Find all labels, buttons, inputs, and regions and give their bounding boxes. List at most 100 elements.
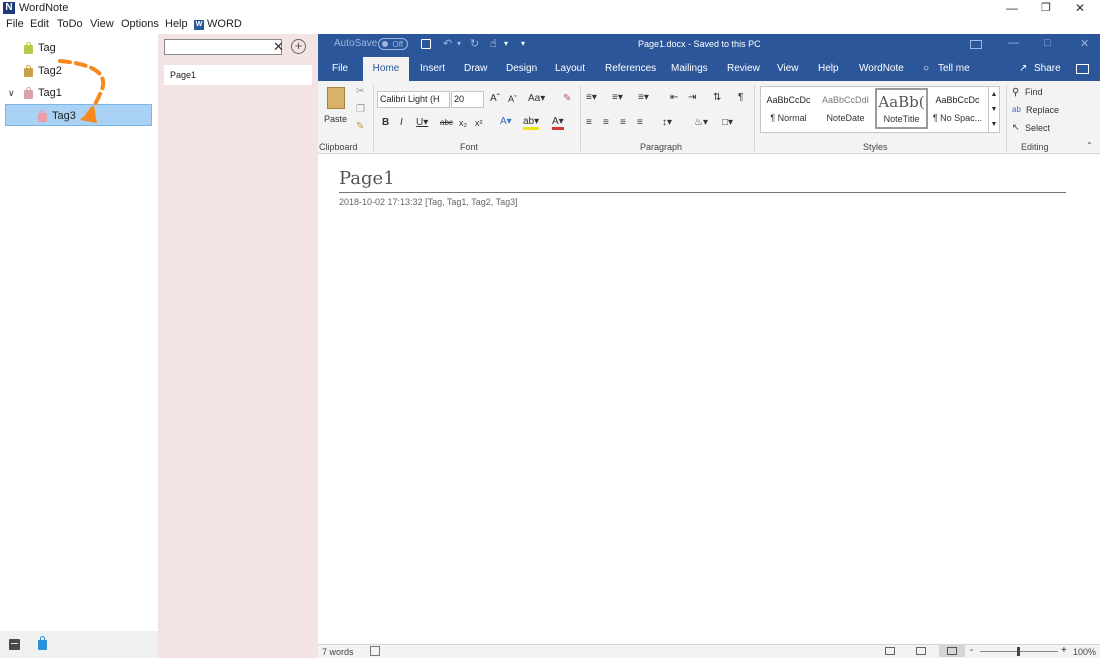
minimize-button[interactable]: — — [995, 0, 1029, 17]
word-restore-button[interactable]: □ — [1044, 37, 1051, 49]
search-input[interactable]: ✕ — [164, 39, 284, 55]
touch-mode-icon[interactable]: ☝ — [490, 37, 497, 50]
document-meta[interactable]: 2018-10-02 17:13:32 [Tag, Tag1, Tag2, Ta… — [339, 197, 518, 207]
share-button[interactable]: Share — [1034, 63, 1061, 74]
font-size-select[interactable]: 20 — [451, 91, 484, 108]
notebook-icon[interactable] — [9, 639, 20, 650]
highlight-icon[interactable]: ab▾ — [523, 116, 540, 130]
web-layout-icon[interactable] — [939, 645, 965, 657]
strikethrough-button[interactable]: abc — [440, 118, 453, 127]
tab-home[interactable]: Home — [363, 57, 409, 81]
menu-view[interactable]: View — [90, 18, 114, 30]
word-minimize-button[interactable]: — — [1008, 37, 1019, 49]
shrink-font-icon[interactable]: Aˇ — [508, 94, 517, 104]
title-bar: N WordNote — ❐ ✕ — [0, 0, 1100, 17]
menu-help[interactable]: Help — [165, 18, 188, 30]
tab-draw[interactable]: Draw — [464, 63, 487, 74]
align-left-icon[interactable]: ≡ — [586, 117, 592, 128]
undo-icon[interactable]: ↶ — [443, 37, 452, 50]
font-name-select[interactable]: Calibri Light (H — [377, 91, 450, 108]
word-close-button[interactable]: ✕ — [1080, 37, 1089, 50]
proofing-icon[interactable] — [370, 646, 380, 656]
italic-button[interactable]: I — [400, 117, 403, 128]
word-count[interactable]: 7 words — [322, 647, 354, 657]
menu-file[interactable]: File — [6, 18, 24, 30]
customize-toolbar-icon[interactable]: ▾ — [521, 39, 525, 48]
tab-view[interactable]: View — [777, 63, 799, 74]
ribbon-display-icon[interactable] — [970, 40, 982, 49]
style-notetitle[interactable]: AaBb( NoteTitle — [875, 88, 928, 129]
multilevel-list-icon[interactable]: ≡▾ — [638, 92, 649, 103]
zoom-out-button[interactable]: - — [970, 645, 973, 656]
bullets-icon[interactable]: ≡▾ — [586, 92, 597, 103]
page-list-item[interactable]: Page1 — [164, 65, 312, 85]
increase-indent-icon[interactable]: ⇥ — [688, 92, 696, 103]
document-canvas[interactable]: Page1 2018-10-02 17:13:32 [Tag, Tag1, Ta… — [318, 154, 1100, 644]
tab-wordnote[interactable]: WordNote — [859, 63, 904, 74]
clear-search-icon[interactable]: ✕ — [273, 39, 284, 55]
print-layout-icon[interactable] — [916, 647, 926, 655]
menu-word[interactable]: WORD — [207, 18, 242, 30]
zoom-in-button[interactable]: + — [1061, 645, 1067, 656]
copy-icon[interactable]: ❐ — [356, 104, 365, 115]
find-button[interactable]: Find — [1025, 87, 1043, 97]
select-button[interactable]: Select — [1025, 123, 1050, 133]
change-case-icon[interactable]: Aa▾ — [528, 93, 545, 104]
shading-icon[interactable]: ♨▾ — [694, 117, 708, 128]
style-normal[interactable]: AaBbCcDc ¶ Normal — [762, 88, 815, 129]
tag-icon[interactable] — [38, 636, 47, 650]
bold-button[interactable]: B — [382, 117, 389, 128]
styles-scroll-icon[interactable]: ▲ ▼ ▼ — [988, 87, 999, 132]
tell-me-search[interactable]: Tell me — [938, 63, 970, 74]
underline-button[interactable]: U▾ — [416, 117, 428, 128]
menu-edit[interactable]: Edit — [30, 18, 49, 30]
tab-file[interactable]: File — [332, 63, 348, 74]
numbering-icon[interactable]: ≡▾ — [612, 92, 623, 103]
touch-dropdown-icon[interactable]: ▾ — [504, 39, 508, 48]
redo-icon[interactable]: ↻ — [470, 37, 479, 50]
superscript-button[interactable]: x² — [475, 118, 483, 128]
subscript-button[interactable]: x₂ — [459, 118, 467, 128]
undo-dropdown-icon[interactable]: ▾ — [457, 39, 461, 48]
replace-button[interactable]: Replace — [1026, 105, 1059, 115]
comments-icon[interactable] — [1076, 64, 1089, 74]
tab-review[interactable]: Review — [727, 63, 760, 74]
font-color-icon[interactable]: A▾ — [552, 116, 564, 130]
line-spacing-icon[interactable]: ↕▾ — [662, 117, 672, 128]
tab-references[interactable]: References — [605, 63, 656, 74]
align-center-icon[interactable]: ≡ — [603, 117, 609, 128]
tab-mailings[interactable]: Mailings — [671, 63, 708, 74]
add-page-button[interactable]: + — [291, 39, 306, 54]
menu-todo[interactable]: ToDo — [57, 18, 83, 30]
zoom-level[interactable]: 100% — [1073, 647, 1096, 657]
text-effects-icon[interactable]: A▾ — [500, 116, 512, 127]
paste-icon[interactable] — [327, 87, 345, 109]
clear-formatting-icon[interactable]: ✎ — [563, 93, 571, 104]
close-button[interactable]: ✕ — [1063, 0, 1097, 17]
tab-layout[interactable]: Layout — [555, 63, 585, 74]
align-right-icon[interactable]: ≡ — [620, 117, 626, 128]
autosave-toggle[interactable]: Off — [378, 38, 408, 50]
tab-insert[interactable]: Insert — [420, 63, 445, 74]
paste-button[interactable]: Paste — [324, 114, 347, 124]
borders-icon[interactable]: □▾ — [722, 117, 733, 128]
format-painter-icon[interactable]: ✎ — [356, 121, 364, 132]
style-no-spacing[interactable]: AaBbCcDc ¶ No Spac... — [931, 88, 984, 129]
read-mode-icon[interactable] — [885, 647, 895, 655]
show-formatting-icon[interactable]: ¶ — [738, 92, 743, 103]
cut-icon[interactable]: ✂ — [356, 86, 364, 97]
tab-help[interactable]: Help — [818, 63, 839, 74]
menu-options[interactable]: Options — [121, 18, 159, 30]
justify-icon[interactable]: ≡ — [637, 117, 643, 128]
document-heading[interactable]: Page1 — [339, 168, 395, 189]
grow-font-icon[interactable]: Aˆ — [490, 93, 500, 104]
group-label-font: Font — [460, 142, 479, 152]
zoom-slider-thumb[interactable] — [1017, 647, 1020, 656]
sort-icon[interactable]: ⇅ — [713, 92, 721, 103]
restore-button[interactable]: ❐ — [1029, 0, 1063, 17]
collapse-ribbon-icon[interactable]: ⌃ — [1086, 141, 1093, 150]
tab-design[interactable]: Design — [506, 63, 537, 74]
style-notedate[interactable]: AaBbCcDdI NoteDate — [819, 88, 872, 129]
save-icon[interactable] — [421, 39, 431, 49]
decrease-indent-icon[interactable]: ⇤ — [670, 92, 678, 103]
